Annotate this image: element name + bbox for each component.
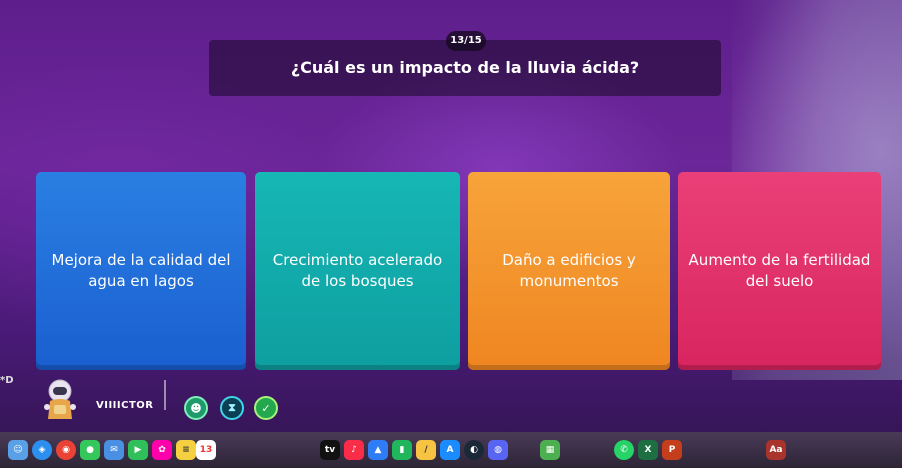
player-name: VIIIICTOR: [96, 400, 154, 411]
discord-icon[interactable]: ◍: [488, 440, 508, 460]
numbers-icon[interactable]: ▮: [392, 440, 412, 460]
answer-option-label: Crecimiento acelerado de los bosques: [272, 251, 443, 290]
appstore-icon[interactable]: A: [440, 440, 460, 460]
notes-icon[interactable]: ≡: [176, 440, 196, 460]
photos-icon[interactable]: ✿: [152, 440, 172, 460]
question-counter: 13/15: [446, 31, 486, 51]
finder-icon[interactable]: ☺: [8, 440, 28, 460]
shield-powerup-icon[interactable]: ✓: [254, 396, 278, 420]
mail-icon[interactable]: ✉: [104, 440, 124, 460]
safari-icon[interactable]: ◈: [32, 440, 52, 460]
edge-text: *D: [0, 375, 14, 386]
answer-option-2[interactable]: Crecimiento acelerado de los bosques: [255, 172, 460, 370]
chrome-icon[interactable]: ◉: [56, 440, 76, 460]
keynote-icon[interactable]: ▲: [368, 440, 388, 460]
astronaut-avatar-icon: [44, 379, 76, 419]
appletv-icon[interactable]: tv: [320, 440, 340, 460]
messages-icon[interactable]: ●: [80, 440, 100, 460]
excel-icon[interactable]: X: [638, 440, 658, 460]
answer-option-1[interactable]: Mejora de la calidad del agua en lagos: [36, 172, 246, 370]
whatsapp-icon[interactable]: ✆: [614, 440, 634, 460]
game-screen: 13/15 ¿Cuál es un impacto de la lluvia á…: [0, 0, 902, 468]
facetime-icon[interactable]: ▶: [128, 440, 148, 460]
freeform-icon[interactable]: /: [416, 440, 436, 460]
dictionary-icon[interactable]: Aa: [766, 440, 786, 460]
hourglass-powerup-icon[interactable]: ⧗: [220, 396, 244, 420]
powerpoint-icon[interactable]: P: [662, 440, 682, 460]
answer-option-label: Daño a edificios y monumentos: [502, 251, 636, 290]
answer-option-3[interactable]: Daño a edificios y monumentos: [468, 172, 670, 370]
question-text: ¿Cuál es un impacto de la lluvia ácida?: [290, 58, 640, 77]
minecraft-icon[interactable]: ▦: [540, 440, 560, 460]
answer-option-label: Aumento de la fertilidad del suelo: [688, 251, 871, 290]
answer-option-4[interactable]: Aumento de la fertilidad del suelo: [678, 172, 881, 370]
music-icon[interactable]: ♪: [344, 440, 364, 460]
answer-option-label: Mejora de la calidad del agua en lagos: [51, 251, 231, 290]
mask-powerup-icon[interactable]: ☻: [184, 396, 208, 420]
steam-icon[interactable]: ◐: [464, 440, 484, 460]
player-divider: [164, 380, 166, 410]
calendar-icon[interactable]: 13: [196, 440, 216, 460]
